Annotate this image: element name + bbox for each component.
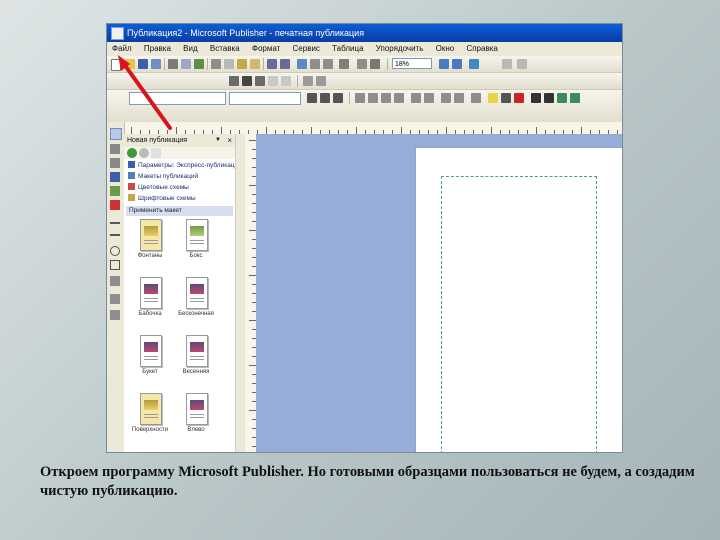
slide-caption: Откроем программу Microsoft Publisher. Н… [40,464,695,499]
red-arrow-icon [118,55,172,130]
